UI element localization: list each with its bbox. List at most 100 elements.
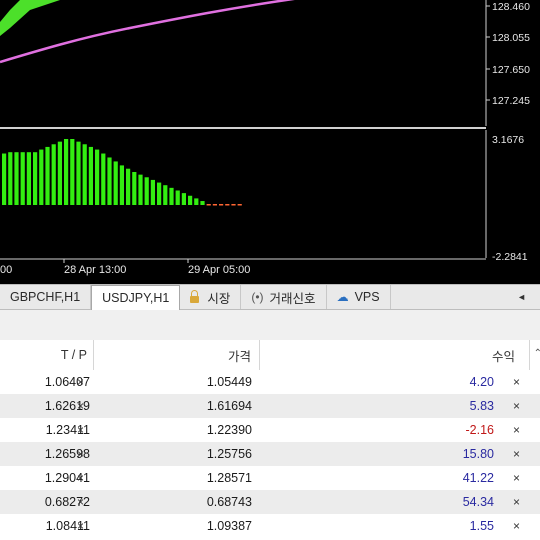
price-cell: 1.05449 xyxy=(206,375,252,389)
remove-tp-icon[interactable]: × xyxy=(77,394,84,418)
histogram-bar xyxy=(20,152,25,205)
price-cell: 1.61694 xyxy=(206,399,252,413)
tab-label: GBPCHF,H1 xyxy=(10,290,81,304)
price-chart[interactable]: 128.460 128.055 127.650 127.245 3.1676 -… xyxy=(0,0,540,285)
close-position-icon[interactable]: × xyxy=(513,418,520,442)
table-row[interactable]: 1.06407 × 1.05449 4.20 × xyxy=(0,370,540,394)
tab-vps[interactable]: ☁ VPS xyxy=(327,285,391,309)
histogram-bar xyxy=(181,193,186,205)
histogram-bar xyxy=(95,149,100,205)
remove-tp-icon[interactable]: × xyxy=(77,370,84,394)
column-header-profit[interactable]: 수익 xyxy=(260,340,530,370)
lock-icon xyxy=(190,289,200,303)
histogram-bar xyxy=(231,204,236,206)
table-row[interactable]: 1.29041 × 1.28571 41.22 × xyxy=(0,466,540,490)
histogram-bar xyxy=(26,152,31,205)
histogram-bar xyxy=(150,179,155,205)
histogram-bar xyxy=(14,152,19,205)
histogram-bar xyxy=(194,198,199,205)
profit-cell: -2.16 xyxy=(465,423,495,437)
indicator-max-label: 3.1676 xyxy=(492,134,524,146)
histogram-bar xyxy=(8,152,13,205)
price-cell: 1.25756 xyxy=(206,447,252,461)
histogram-bar xyxy=(219,204,224,206)
close-position-icon[interactable]: × xyxy=(513,442,520,466)
table-row[interactable]: 1.26598 × 1.25756 15.80 × xyxy=(0,442,540,466)
profit-cell: 5.83 xyxy=(469,399,494,413)
histogram-bar xyxy=(225,204,230,206)
chart-background xyxy=(0,0,540,285)
remove-tp-icon[interactable]: × xyxy=(77,514,84,538)
close-position-icon[interactable]: × xyxy=(513,394,520,418)
table-row[interactable]: 1.62619 × 1.61694 5.83 × xyxy=(0,394,540,418)
cloud-icon: ☁ xyxy=(336,290,349,304)
close-position-icon[interactable]: × xyxy=(513,514,520,538)
histogram-bar xyxy=(39,149,44,205)
histogram-bar xyxy=(163,185,168,205)
histogram-bar xyxy=(119,165,124,205)
histogram-bar xyxy=(101,153,106,205)
sort-arrow-icon[interactable]: ⌃ xyxy=(534,348,540,359)
tab-label: USDJPY,H1 xyxy=(102,290,170,305)
tab-gbpchf[interactable]: GBPCHF,H1 xyxy=(0,285,92,309)
histogram-bar xyxy=(70,139,75,205)
histogram-bar xyxy=(45,146,50,205)
remove-tp-icon[interactable]: × xyxy=(77,490,84,514)
histogram-bar xyxy=(107,157,112,205)
histogram-bar xyxy=(82,144,87,205)
close-position-icon[interactable]: × xyxy=(513,490,520,514)
price-label: 128.460 xyxy=(492,1,530,13)
scroll-tabs-left-icon[interactable]: ◄ xyxy=(517,292,540,302)
histogram-bar xyxy=(126,168,131,205)
price-cell: 1.28571 xyxy=(206,471,252,485)
remove-tp-icon[interactable]: × xyxy=(77,442,84,466)
table-row[interactable]: 1.23411 × 1.22390 -2.16 × xyxy=(0,418,540,442)
tab-label: 시장 xyxy=(207,291,231,306)
histogram-bar xyxy=(113,161,118,205)
profit-cell: 15.80 xyxy=(462,447,494,461)
tab-label: 거래신호 xyxy=(269,291,316,306)
price-label: 128.055 xyxy=(492,32,530,44)
price-cell: 1.09387 xyxy=(206,519,252,533)
histogram-bar xyxy=(169,187,174,205)
close-position-icon[interactable]: × xyxy=(513,370,520,394)
histogram-bar xyxy=(57,141,62,205)
time-label: 29 Apr 05:00 xyxy=(188,264,250,276)
tab-usdjpy[interactable]: USDJPY,H1 xyxy=(91,284,181,310)
table-row[interactable]: 0.68272 × 0.68743 54.34 × xyxy=(0,490,540,514)
tab-signals[interactable]: (•) 거래신호 xyxy=(241,285,327,309)
histogram-bar xyxy=(88,146,93,205)
histogram-bar xyxy=(138,174,143,205)
histogram-bar xyxy=(51,144,56,205)
histogram-bar xyxy=(237,204,242,206)
signal-icon: (•) xyxy=(251,290,264,304)
histogram-bar xyxy=(132,172,137,205)
indicator-min-label: -2.2841 xyxy=(492,251,528,263)
price-cell: 1.22390 xyxy=(206,423,252,437)
remove-tp-icon[interactable]: × xyxy=(77,466,84,490)
tab-market[interactable]: 시장 xyxy=(180,285,242,309)
price-label: 127.245 xyxy=(492,95,530,107)
histogram-bar xyxy=(175,190,180,205)
column-header-price[interactable]: 가격 xyxy=(94,340,260,370)
profit-cell: 54.34 xyxy=(462,495,494,509)
table-header: T / P 가격 수익 ⌃ xyxy=(0,340,540,370)
histogram-bar xyxy=(33,152,38,205)
table-row[interactable]: 1.08411 × 1.09387 1.55 × xyxy=(0,514,540,538)
histogram-bar xyxy=(212,204,217,206)
price-cell: 0.68743 xyxy=(206,495,252,509)
remove-tp-icon[interactable]: × xyxy=(77,418,84,442)
histogram-bar xyxy=(144,177,149,205)
close-position-icon[interactable]: × xyxy=(513,466,520,490)
time-label: 28 Apr 13:00 xyxy=(64,264,126,276)
time-label: 00 xyxy=(0,264,12,276)
histogram-bar xyxy=(76,141,81,205)
histogram-bar xyxy=(2,153,7,205)
toolbox-header xyxy=(0,310,540,341)
profit-cell: 41.22 xyxy=(462,471,494,485)
histogram-bar xyxy=(206,204,211,206)
trade-table: T / P 가격 수익 ⌃ 1.06407 × 1.05449 4.20 × 1.6261… xyxy=(0,340,540,540)
column-header-tp[interactable]: T / P xyxy=(0,340,94,370)
histogram-bar xyxy=(200,201,205,205)
tab-label: VPS xyxy=(354,290,380,304)
